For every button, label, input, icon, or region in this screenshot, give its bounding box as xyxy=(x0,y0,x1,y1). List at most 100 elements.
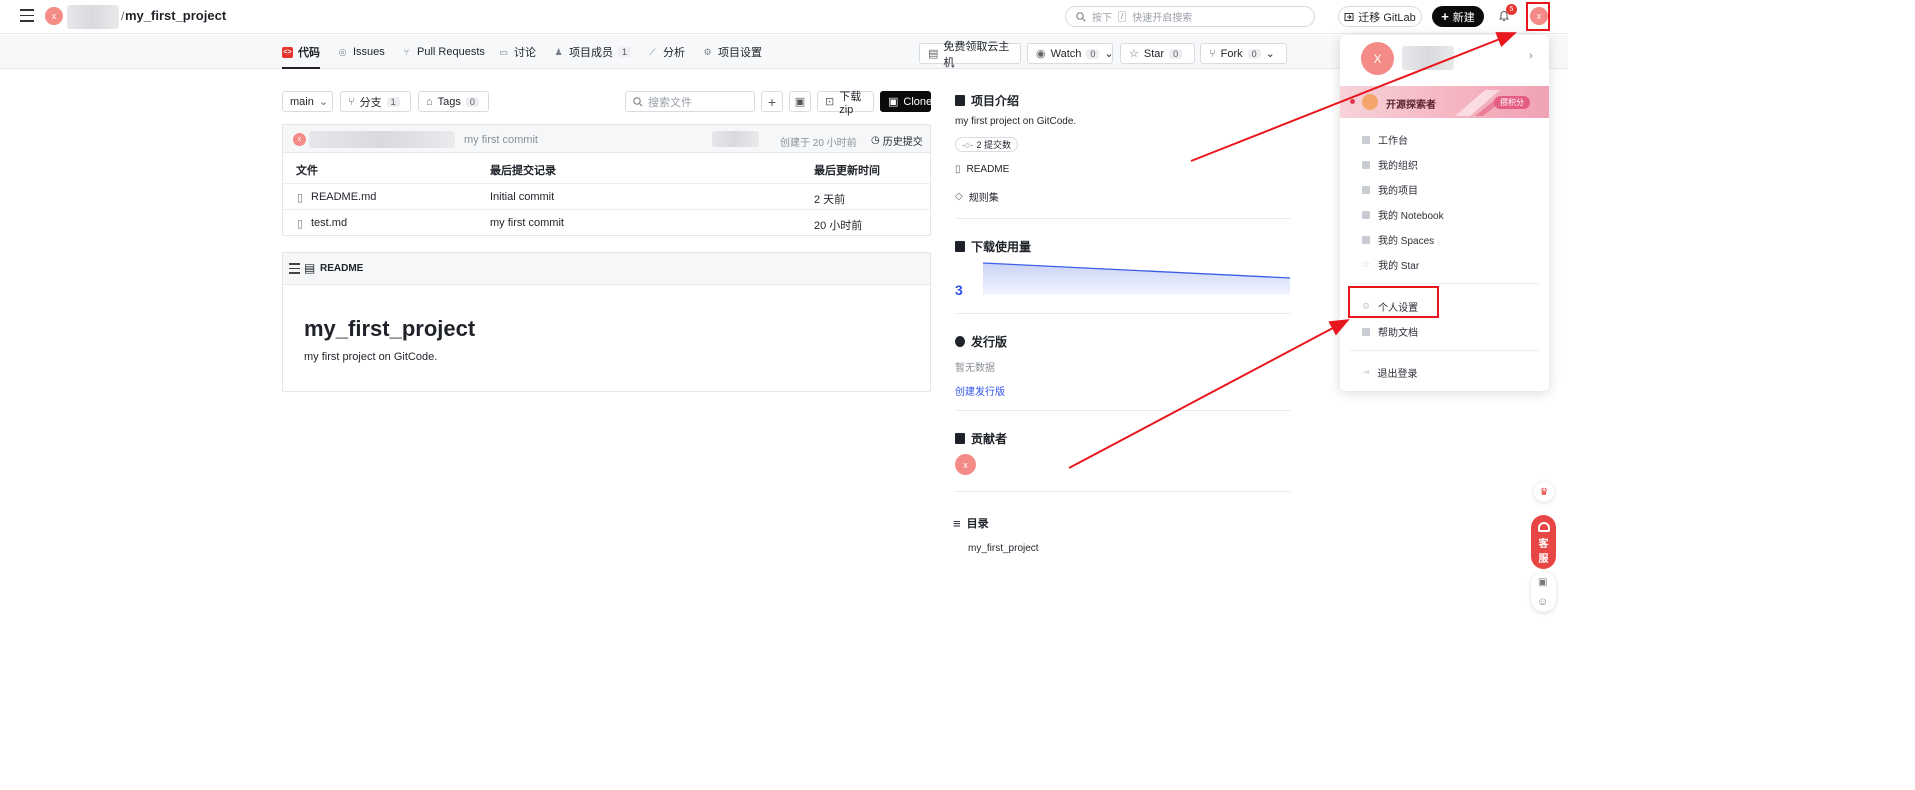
tab-analytics[interactable]: ⟋ 分析 xyxy=(647,35,685,69)
clone-button[interactable]: ▣ Clone xyxy=(880,91,932,112)
logout-icon: ⇥ xyxy=(1362,367,1370,377)
toc-title: ≡ 目录 xyxy=(953,515,989,531)
releases-empty: 暂无数据 xyxy=(955,363,995,374)
file-last-commit[interactable]: my first commit xyxy=(490,217,564,229)
readme-body: my first project on GitCode. xyxy=(304,351,438,363)
project-tab-bar: <> 代码 ◎ Issues ⑂ Pull Requests ▭ 讨论 ♟ 项目… xyxy=(0,35,1568,69)
create-release-link[interactable]: 创建发行版 xyxy=(955,383,1005,398)
readme-title: my_first_project xyxy=(304,316,476,341)
members-count: 1 xyxy=(618,47,632,57)
chat-icon: ▭ xyxy=(499,46,508,57)
path-separator: / xyxy=(121,9,125,23)
menu-item-my-notebook[interactable]: 我的 Notebook xyxy=(1362,207,1444,222)
chevron-right-icon[interactable]: › xyxy=(1529,50,1533,62)
menu-item-my-star[interactable]: ☆ 我的 Star xyxy=(1362,257,1419,272)
pull-request-icon: ⑂ xyxy=(403,47,410,57)
tab-settings[interactable]: ⚙ 项目设置 xyxy=(702,35,762,69)
file-last-commit[interactable]: Initial commit xyxy=(490,191,554,203)
dropdown-avatar[interactable]: X xyxy=(1361,42,1394,75)
org-icon xyxy=(1362,160,1370,169)
smiley-icon[interactable]: ☺ xyxy=(1537,596,1548,608)
cloud-host-button[interactable]: ▤ 免费领取云主机 xyxy=(919,41,1021,69)
watch-button[interactable]: ◉ Watch 0 ⌄ xyxy=(1027,43,1114,64)
file-updated-time: 20 小时前 xyxy=(814,220,863,232)
monitor-icon: ▣ xyxy=(794,96,806,108)
clock-icon: ◷ xyxy=(871,135,880,146)
add-file-button[interactable]: + xyxy=(761,91,783,112)
web-ide-button[interactable]: ▣ xyxy=(789,91,811,112)
branches-button[interactable]: ⑂ 分支 1 xyxy=(340,91,411,112)
file-search-input[interactable]: 搜索文件 xyxy=(625,91,755,112)
menu-item-logout[interactable]: ⇥ 退出登录 xyxy=(1362,365,1418,380)
notebook-icon xyxy=(1362,210,1370,219)
new-button[interactable]: + 新建 xyxy=(1432,6,1484,27)
terminal-icon: ▣ xyxy=(888,96,899,108)
import-icon xyxy=(1344,12,1354,21)
downloads-sparkline xyxy=(983,262,1290,295)
file-name[interactable]: test.md xyxy=(311,217,347,229)
tab-code[interactable]: <> 代码 xyxy=(282,35,320,69)
table-row[interactable]: ▯ README.md Initial commit 2 天前 xyxy=(283,183,930,209)
migrate-gitlab-button[interactable]: 迁移 GitLab xyxy=(1338,6,1422,27)
owner-avatar[interactable]: x xyxy=(45,7,63,25)
menu-item-help-docs[interactable]: 帮助文档 xyxy=(1362,324,1418,339)
file-name[interactable]: README.md xyxy=(311,191,376,203)
outline-toggle-icon[interactable] xyxy=(289,263,300,274)
download-icon: ⊡ xyxy=(825,96,835,108)
project-name[interactable]: my_first_project xyxy=(125,8,226,23)
menu-item-workbench[interactable]: 工作台 xyxy=(1362,132,1408,147)
menu-item-my-projects[interactable]: 我的项目 xyxy=(1362,182,1418,197)
downloads-value: 3 xyxy=(955,282,963,298)
table-row[interactable]: ▯ test.md my first commit 20 小时前 xyxy=(283,209,930,235)
tab-issues[interactable]: ◎ Issues xyxy=(337,35,385,69)
user-dropdown-menu: X › 开源探索者 攒积分 工作台 我的组织 我的项目 我的 Notebook … xyxy=(1340,35,1549,391)
earn-points-badge[interactable]: 攒积分 xyxy=(1494,96,1530,109)
readme-link[interactable]: ▯ README xyxy=(955,164,1009,175)
releases-title: 发行版 xyxy=(955,333,1007,350)
downloads-title: 下载使用量 xyxy=(955,238,1031,255)
committer-avatar[interactable]: x xyxy=(293,133,306,146)
star-button[interactable]: ☆ Star 0 xyxy=(1120,43,1195,64)
commit-hash-redacted[interactable] xyxy=(712,131,759,147)
chevron-down-icon: ⌄ xyxy=(318,96,329,108)
file-icon: ▯ xyxy=(297,218,304,230)
download-zip-button[interactable]: ⊡ 下载zip xyxy=(817,91,874,116)
history-button[interactable]: ◷ 历史提交 xyxy=(871,133,923,148)
tab-pull-requests[interactable]: ⑂ Pull Requests xyxy=(401,35,485,69)
dropdown-username-redacted[interactable] xyxy=(1402,46,1454,70)
toc-item[interactable]: my_first_project xyxy=(968,543,1039,554)
contributor-avatar[interactable]: x xyxy=(955,454,976,475)
global-search-input[interactable]: 按下 / 快速开启搜索 xyxy=(1065,6,1315,27)
menu-item-my-spaces[interactable]: 我的 Spaces xyxy=(1362,232,1434,247)
readme-header-label: README xyxy=(320,263,364,274)
tags-button[interactable]: ⌂ Tags 0 xyxy=(418,91,489,112)
gear-icon: ⚙ xyxy=(703,46,712,57)
plus-icon: + xyxy=(1441,9,1449,24)
commit-message[interactable]: my first commit xyxy=(464,134,538,146)
divider xyxy=(955,218,1291,219)
committer-name-redacted[interactable] xyxy=(309,131,455,148)
explorer-banner[interactable]: 开源探索者 攒积分 xyxy=(1340,86,1549,118)
tab-members[interactable]: ♟ 项目成员 1 xyxy=(553,35,632,69)
rules-link[interactable]: ◇ 规则集 xyxy=(955,189,999,204)
commits-count-badge[interactable]: -○- 2 提交数 xyxy=(955,137,1018,152)
menu-divider xyxy=(1350,283,1539,284)
menu-icon[interactable] xyxy=(20,9,34,22)
intro-description: my first project on GitCode. xyxy=(955,116,1077,127)
tab-discussions[interactable]: ▭ 讨论 xyxy=(498,35,536,69)
feedback-icon[interactable]: ▣ xyxy=(1538,577,1547,588)
user-icon xyxy=(1362,135,1370,144)
eye-icon: ◉ xyxy=(1036,48,1046,60)
floating-tools: ▣ ☺ xyxy=(1531,572,1556,612)
file-updated-time: 2 天前 xyxy=(814,194,846,206)
divider xyxy=(955,313,1291,314)
owner-name-redacted[interactable] xyxy=(67,5,119,29)
members-icon: ♟ xyxy=(554,46,563,57)
menu-item-my-orgs[interactable]: 我的组织 xyxy=(1362,157,1418,172)
contributors-title: 贡献者 xyxy=(955,430,1007,447)
fork-button[interactable]: ⑂ Fork 0 ⌄ xyxy=(1200,43,1287,64)
customer-service-button[interactable]: 客 服 xyxy=(1531,515,1556,569)
branch-select[interactable]: main ⌄ xyxy=(282,91,333,112)
chart-icon: ⟋ xyxy=(649,46,656,57)
trophy-icon[interactable]: ♛ xyxy=(1534,482,1554,502)
